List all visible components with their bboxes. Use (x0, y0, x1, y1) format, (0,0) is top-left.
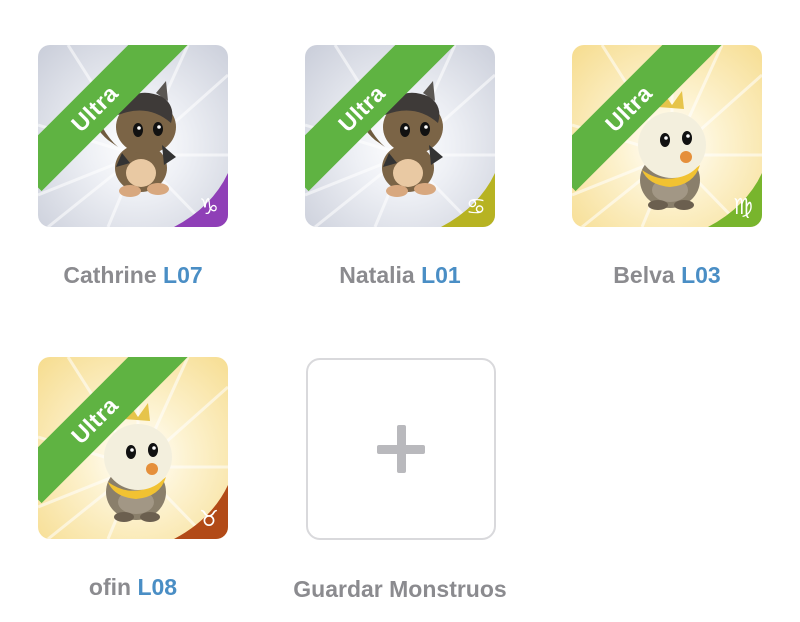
monster-label: Natalia L01 (280, 262, 520, 289)
monster-name: Belva (613, 262, 675, 288)
monster-name: Cathrine (63, 262, 157, 288)
monster-level: L08 (137, 574, 178, 600)
cancer-icon: ♋ (435, 167, 495, 227)
monster-label: ofin L08 (13, 574, 253, 601)
virgo-icon: ♍ (702, 167, 762, 227)
monster-level: L03 (681, 262, 721, 288)
add-monster-slot-button[interactable] (306, 358, 496, 540)
monster-card-cathrine[interactable]: Ultra ♑ (38, 45, 228, 227)
monster-label: Belva L03 (547, 262, 787, 289)
monster-name: ofin (88, 574, 132, 600)
plus-icon (377, 425, 425, 473)
monster-level: L07 (163, 262, 203, 288)
taurus-icon: ♉ (168, 479, 228, 539)
capricorn-icon: ♑ (168, 167, 228, 227)
monster-level: L01 (421, 262, 461, 288)
monster-label: Cathrine L07 (13, 262, 253, 289)
monster-name: Natalia (339, 262, 415, 288)
monster-card-ofin[interactable]: Ultra ♉ (38, 357, 228, 539)
add-slot-label: Guardar Monstruos (293, 576, 507, 602)
monster-card-natalia[interactable]: Ultra ♋ (305, 45, 495, 227)
monster-card-belva[interactable]: Ultra ♍ (572, 45, 762, 227)
